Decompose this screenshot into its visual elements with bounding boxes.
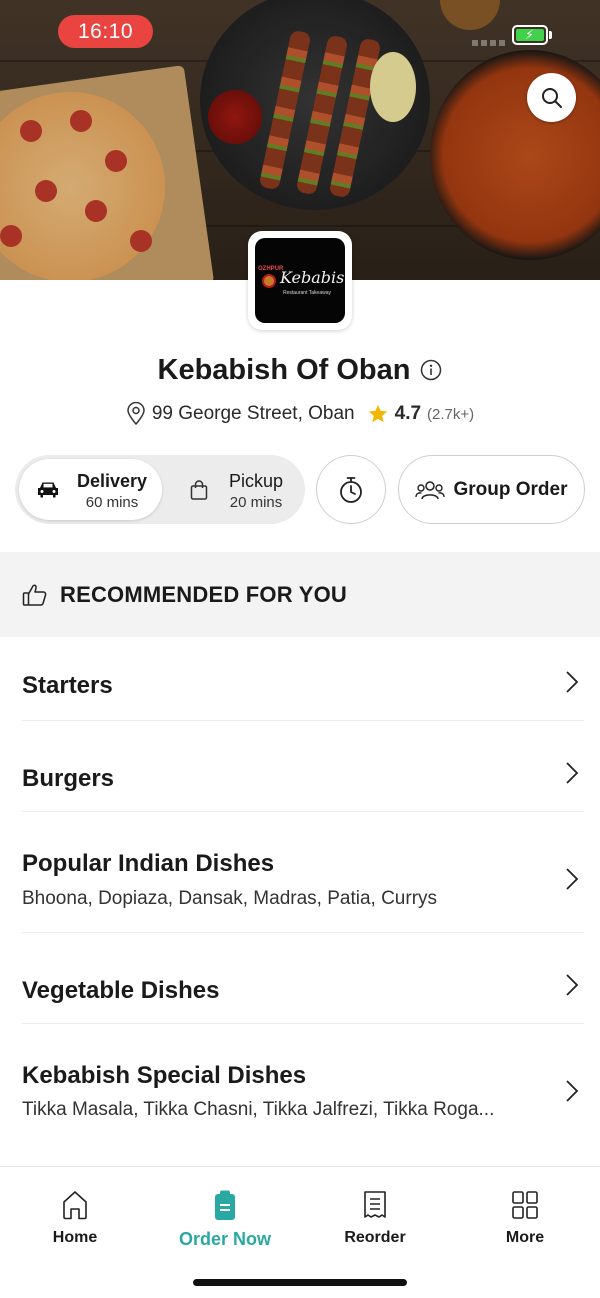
nav-home-label: Home (52, 1229, 98, 1246)
rating-count: (2.7k+) (427, 405, 475, 423)
nav-more[interactable]: More (450, 1189, 600, 1247)
grid-icon (512, 1191, 538, 1219)
nav-reorder-label: Reorder (344, 1229, 406, 1246)
nav-more-label: More (505, 1229, 545, 1246)
search-button[interactable] (527, 73, 576, 122)
chevron-right-icon (566, 671, 579, 693)
search-icon (541, 87, 562, 108)
delivery-time: 60 mins (85, 494, 139, 511)
location-pin-icon (127, 402, 145, 426)
category-item[interactable]: Vegetable Dishes (0, 933, 600, 1023)
order-bag-icon (215, 1190, 235, 1220)
category-title: Starters (22, 672, 113, 699)
car-icon (38, 482, 58, 498)
address-row: 99 George Street, Oban 4.7 (2.7k+) (0, 400, 600, 428)
pickup-label: Pickup (228, 471, 284, 491)
nav-order-now[interactable]: Order Now (150, 1189, 300, 1250)
home-indicator (193, 1279, 407, 1286)
receipt-icon (364, 1191, 386, 1218)
category-description: Tikka Masala, Tikka Chasni, Tikka Jalfre… (22, 1099, 495, 1120)
group-order-label: Group Order (453, 478, 568, 500)
order-mode-toggle: Delivery 60 mins Pickup 20 mins (15, 455, 305, 524)
nav-reorder[interactable]: Reorder (300, 1189, 450, 1247)
category-description: Bhoona, Dopiaza, Dansak, Madras, Patia, … (22, 888, 438, 909)
star-icon (368, 404, 387, 423)
logo-wordmark: Kebabish (280, 268, 345, 287)
recommended-label: RECOMMENDED FOR YOU (60, 581, 347, 607)
group-order-button[interactable]: Group Order (398, 455, 585, 524)
restaurant-address: 99 George Street, Oban (151, 403, 355, 424)
recommended-section[interactable]: RECOMMENDED FOR YOU (0, 552, 600, 637)
restaurant-logo: OZHPUR Kebabish Restaurant Takeaway (248, 231, 352, 330)
chevron-right-icon (566, 974, 579, 996)
schedule-button[interactable] (316, 455, 386, 524)
nav-home[interactable]: Home (0, 1189, 150, 1247)
group-icon (415, 480, 446, 499)
category-title: Burgers (22, 765, 115, 792)
bag-icon (190, 480, 208, 500)
category-item[interactable]: Burgers (0, 721, 600, 811)
rating-value: 4.7 (394, 403, 422, 424)
info-icon[interactable] (420, 359, 442, 381)
logo-emblem-icon (262, 274, 276, 288)
category-item[interactable]: Starters (0, 637, 600, 721)
signal-icon (472, 40, 506, 46)
restaurant-name: Kebabish Of Oban (157, 353, 411, 386)
home-icon (63, 1191, 87, 1220)
delivery-label: Delivery (76, 471, 148, 491)
battery-icon: ⚡ (512, 25, 548, 45)
chevron-right-icon (566, 868, 579, 890)
status-time: 16:10 (58, 15, 153, 48)
category-item[interactable]: Kebabish Special Dishes Tikka Masala, Ti… (0, 1024, 600, 1124)
pickup-option[interactable]: Pickup 20 mins (175, 459, 301, 520)
nav-order-now-label: Order Now (178, 1229, 271, 1249)
delivery-option[interactable]: Delivery 60 mins (19, 459, 162, 520)
category-title: Kebabish Special Dishes (22, 1062, 307, 1089)
category-item[interactable]: Popular Indian Dishes Bhoona, Dopiaza, D… (0, 812, 600, 932)
stopwatch-icon (340, 476, 362, 503)
chevron-right-icon (566, 762, 579, 784)
chevron-right-icon (566, 1080, 579, 1102)
thumbs-up-icon (22, 584, 47, 606)
category-title: Vegetable Dishes (22, 977, 220, 1004)
restaurant-title-row: Kebabish Of Oban (0, 350, 600, 390)
battery-tip (549, 31, 552, 39)
pickup-time: 20 mins (229, 494, 283, 511)
category-title: Popular Indian Dishes (22, 850, 275, 877)
logo-tagline: Restaurant Takeaway (283, 290, 331, 296)
